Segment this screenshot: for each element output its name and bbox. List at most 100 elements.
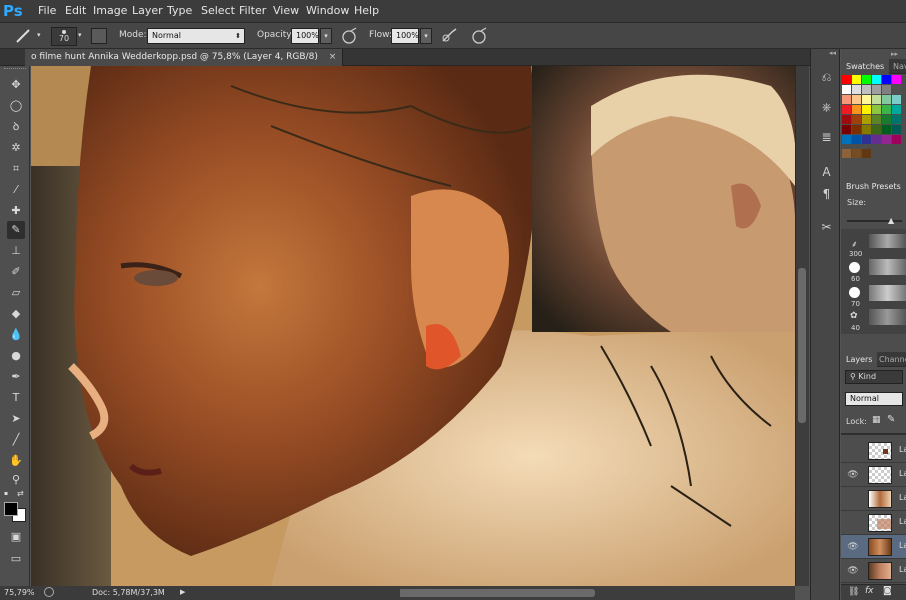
opacity-arrow-button[interactable]: ▾ (320, 28, 332, 44)
horizontal-scroll-thumb[interactable] (398, 589, 595, 597)
layer-row-selected[interactable]: 👁 La (841, 535, 906, 559)
actions-panel-icon[interactable]: ⎈ (818, 99, 835, 116)
lock-transparent-icon[interactable]: ▦ (872, 415, 881, 425)
menu-edit[interactable]: Edit (65, 4, 86, 17)
status-menu-arrow-icon[interactable]: ▶ (180, 588, 185, 596)
healing-brush-tool-icon[interactable]: ✚ (7, 202, 25, 220)
history-panel-icon[interactable]: ⎌ (818, 69, 835, 86)
line-tool-icon[interactable]: ╱ (7, 431, 25, 449)
layer-row[interactable]: 👁 La (841, 559, 906, 583)
tab-channels[interactable]: Channe (874, 352, 906, 367)
layer-row[interactable]: La (841, 439, 906, 463)
blur-tool-icon[interactable]: 💧 (7, 326, 25, 344)
brush-preset-list[interactable]: ⸙ 300 60 70 ✿ 40 (841, 229, 906, 334)
brush-sample-icon: ✿ (850, 311, 858, 321)
marquee-tool-icon[interactable]: ◯ (7, 97, 25, 115)
visibility-eye-icon[interactable]: 👁 (847, 469, 859, 481)
tool-presets-panel-icon[interactable]: ✂ (818, 219, 835, 236)
brush-size-label: Size: (847, 198, 867, 207)
history-brush-tool-icon[interactable]: ✐ (7, 263, 25, 281)
zoom-tool-icon[interactable]: ⚲ (7, 471, 25, 489)
toolbox-grip[interactable] (4, 68, 26, 72)
dropdown-arrow-icon: ⬍ (235, 32, 241, 40)
hand-tool-icon[interactable]: ✋ (7, 452, 25, 470)
flow-arrow-button[interactable]: ▾ (420, 28, 432, 44)
clone-stamp-tool-icon[interactable]: ⊥ (7, 242, 25, 260)
slider-handle-icon[interactable]: ▲ (888, 216, 894, 225)
menu-image[interactable]: Image (93, 4, 127, 17)
default-colors-icon[interactable]: ▪ (4, 490, 14, 497)
pen-tool-icon[interactable]: ✒ (7, 368, 25, 386)
visibility-off-icon[interactable] (847, 445, 859, 457)
path-selection-tool-icon[interactable]: ➤ (7, 410, 25, 428)
menu-file[interactable]: File (38, 4, 56, 17)
menu-layer[interactable]: Layer (132, 4, 163, 17)
properties-panel-icon[interactable]: ≣ (818, 129, 835, 146)
opacity-field[interactable]: 100% (291, 28, 319, 44)
menu-filter[interactable]: Filter (239, 4, 266, 17)
brush-size-picker[interactable]: 70 (51, 27, 77, 46)
pressure-opacity-icon[interactable] (340, 27, 358, 45)
screen-mode-icon[interactable]: ▭ (7, 550, 25, 568)
menu-select[interactable]: Select (201, 4, 235, 17)
dock-menu-icon[interactable]: ▸▸ (891, 50, 898, 58)
right-panel-dock: ▸▸ Swatches Nav Brush Presets Size: ▲ ⸙ … (841, 49, 906, 600)
swatches-tab-bar: Swatches Nav (841, 59, 906, 74)
swap-colors-icon[interactable]: ⇄ (17, 489, 24, 498)
quick-select-tool-icon[interactable]: ✲ (7, 139, 25, 157)
visibility-eye-icon[interactable]: 👁 (847, 565, 859, 577)
brush-picker-arrow-icon[interactable]: ▾ (78, 31, 82, 39)
move-tool-icon[interactable]: ✥ (7, 76, 25, 94)
mode-value: Normal (152, 31, 181, 40)
dodge-tool-icon[interactable]: ● (7, 347, 25, 365)
lasso-tool-icon[interactable]: ꝺ (7, 118, 25, 136)
eraser-tool-icon[interactable]: ▱ (7, 284, 25, 302)
swatches-grid[interactable] (841, 74, 906, 174)
brush-panel-toggle-icon[interactable] (91, 28, 107, 44)
layer-filter-dropdown[interactable]: ⚲ Kind (845, 370, 903, 384)
layer-name: La (899, 565, 906, 574)
brush-tool-icon[interactable]: ✎ (7, 221, 25, 239)
foreground-color-swatch[interactable] (4, 502, 18, 516)
visibility-off-icon[interactable] (847, 493, 859, 505)
layer-style-icon[interactable]: fx (865, 586, 874, 596)
status-info-icon[interactable] (44, 587, 54, 597)
tab-layers[interactable]: Layers (841, 352, 878, 367)
tab-swatches[interactable]: Swatches (841, 59, 890, 74)
lock-paint-icon[interactable]: ✎ (887, 414, 895, 425)
mode-dropdown[interactable]: Normal ⬍ (147, 28, 245, 44)
menu-help[interactable]: Help (354, 4, 379, 17)
tab-brush-presets[interactable]: Brush Presets (841, 179, 906, 194)
zoom-level[interactable]: 75,79% (4, 588, 35, 597)
paragraph-panel-icon[interactable]: ¶ (818, 186, 835, 203)
tool-preset-arrow-icon[interactable]: ▾ (37, 31, 41, 39)
layer-row[interactable]: La (841, 511, 906, 535)
pressure-size-icon[interactable] (470, 27, 488, 45)
type-tool-icon[interactable]: T (7, 389, 25, 407)
crop-tool-icon[interactable]: ⌗ (7, 160, 25, 178)
layer-row[interactable]: 👁 La (841, 463, 906, 487)
menu-view[interactable]: View (273, 4, 299, 17)
brush-tool-icon[interactable] (14, 27, 34, 45)
flow-field[interactable]: 100% (391, 28, 419, 44)
brush-size-2: 70 (851, 300, 860, 308)
airbrush-icon[interactable] (440, 27, 458, 45)
document-canvas[interactable] (31, 66, 795, 586)
collapse-panel-icon[interactable]: ◂◂ (829, 49, 836, 57)
tab-navigator[interactable]: Nav (888, 59, 906, 74)
blend-mode-dropdown[interactable]: Normal (845, 392, 903, 406)
document-tab[interactable]: o filme hunt Annika Wedderkopp.psd @ 75,… (25, 49, 344, 66)
visibility-eye-icon[interactable]: 👁 (847, 541, 859, 553)
vertical-scroll-thumb[interactable] (798, 268, 806, 423)
layer-mask-icon[interactable]: ◙ (883, 586, 892, 596)
character-panel-icon[interactable]: A (818, 164, 835, 181)
menu-window[interactable]: Window (306, 4, 349, 17)
paint-bucket-tool-icon[interactable]: ◆ (7, 305, 25, 323)
close-tab-icon[interactable]: × (329, 52, 337, 62)
link-layers-icon[interactable]: ⛓ (848, 587, 859, 597)
menu-type[interactable]: Type (167, 4, 192, 17)
eyedropper-tool-icon[interactable]: ⁄ (7, 181, 25, 199)
visibility-off-icon[interactable] (847, 517, 859, 529)
layer-row[interactable]: La (841, 487, 906, 511)
quick-mask-icon[interactable]: ▣ (7, 528, 25, 546)
